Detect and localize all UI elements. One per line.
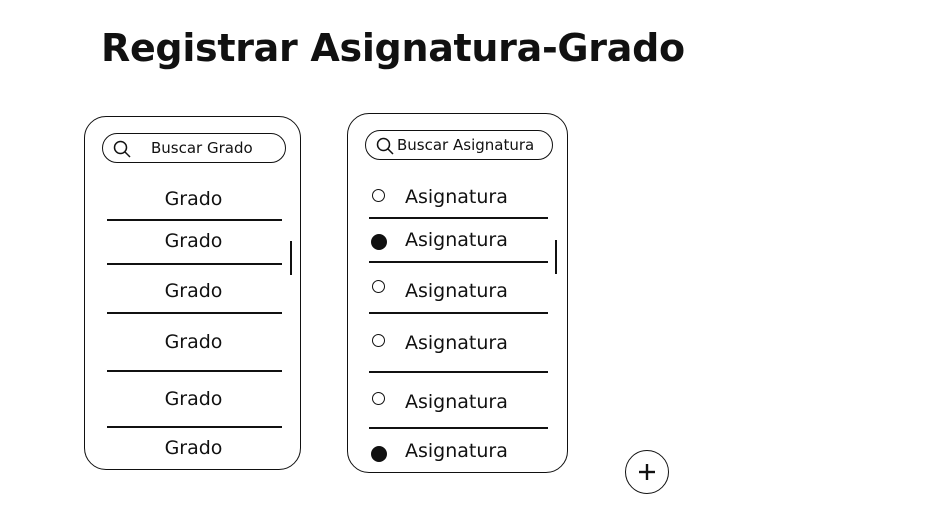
- grado-search-input[interactable]: Buscar Grado: [102, 133, 286, 163]
- asignatura-search-input[interactable]: Buscar Asignatura: [365, 130, 553, 160]
- grado-item[interactable]: Grado: [85, 388, 302, 410]
- asignatura-radio[interactable]: [372, 280, 385, 293]
- asignatura-scrollbar[interactable]: [555, 240, 557, 274]
- asignatura-radio[interactable]: [372, 189, 385, 202]
- asignatura-item[interactable]: Asignatura: [405, 229, 508, 251]
- asignatura-item[interactable]: Asignatura: [405, 280, 508, 302]
- asignaturas-list-panel: Buscar Asignatura Asignatura Asignatura …: [347, 113, 568, 473]
- grado-search-placeholder: Buscar Grado: [151, 139, 253, 157]
- grado-scrollbar[interactable]: [290, 241, 292, 275]
- asignatura-search-placeholder: Buscar Asignatura: [397, 136, 535, 154]
- add-button[interactable]: [625, 450, 669, 494]
- grado-item[interactable]: Grado: [85, 230, 302, 252]
- divider: [369, 312, 548, 314]
- divider: [107, 426, 282, 428]
- divider: [369, 371, 548, 373]
- divider: [107, 219, 282, 221]
- asignatura-item[interactable]: Asignatura: [405, 391, 508, 413]
- search-icon: [376, 137, 394, 155]
- divider: [107, 312, 282, 314]
- divider: [369, 261, 548, 263]
- divider: [369, 427, 548, 429]
- asignatura-item[interactable]: Asignatura: [405, 332, 508, 354]
- divider: [107, 370, 282, 372]
- plus-icon: [639, 464, 655, 480]
- divider: [369, 217, 548, 219]
- asignatura-radio[interactable]: [372, 334, 385, 347]
- asignatura-radio[interactable]: [372, 392, 385, 405]
- grado-item[interactable]: Grado: [85, 188, 302, 210]
- grado-item[interactable]: Grado: [85, 437, 302, 459]
- page-title: Registrar Asignatura-Grado: [101, 26, 685, 70]
- search-icon: [113, 140, 131, 158]
- grado-item[interactable]: Grado: [85, 280, 302, 302]
- asignatura-radio-selected[interactable]: [371, 446, 387, 462]
- asignatura-item[interactable]: Asignatura: [405, 186, 508, 208]
- asignatura-item[interactable]: Asignatura: [405, 440, 508, 462]
- asignatura-radio-selected[interactable]: [371, 234, 387, 250]
- grados-list-panel: Buscar Grado Grado Grado Grado Grado Gra…: [84, 116, 301, 470]
- divider: [107, 263, 282, 265]
- grado-item[interactable]: Grado: [85, 331, 302, 353]
